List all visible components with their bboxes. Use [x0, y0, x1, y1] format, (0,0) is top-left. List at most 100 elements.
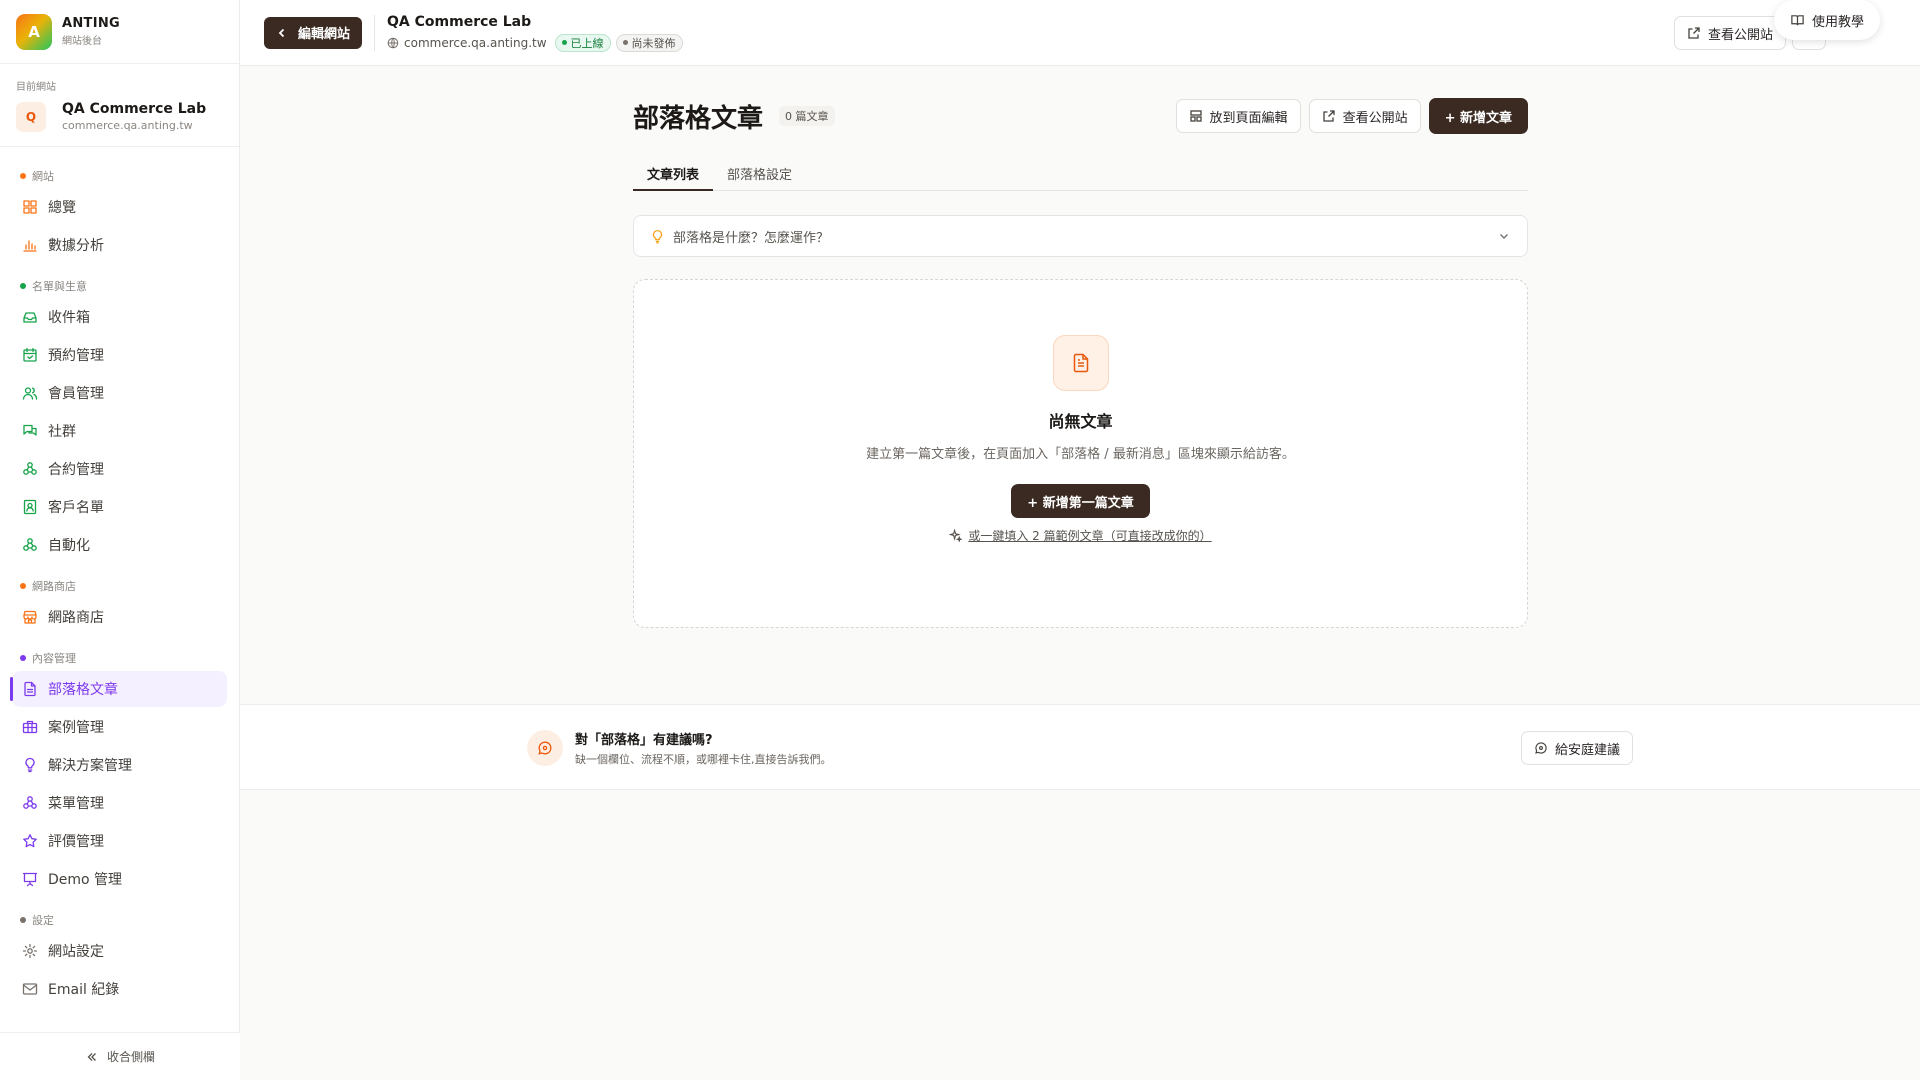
sidebar-item[interactable]: 網路商店 [12, 599, 227, 635]
site-title: QA Commerce Lab [387, 13, 532, 30]
sidebar-item[interactable]: 案例管理 [12, 709, 227, 745]
section-dot [20, 283, 26, 289]
sidebar-item[interactable]: Demo 管理 [12, 861, 227, 897]
quick-fill-label: 或一鍵填入 2 篇範例文章（可直接改成你的） [968, 529, 1212, 543]
grid-icon [23, 200, 37, 214]
place-in-page-editor-button[interactable]: 放到頁面編輯 [1175, 99, 1301, 133]
presentation-icon [22, 872, 38, 887]
sidebar-item-label: Demo 管理 [48, 872, 123, 888]
site-url[interactable]: commerce.qa.anting.tw [404, 36, 547, 50]
current-site[interactable]: 目前網站 Q QA Commerce Lab commerce.qa.antin… [0, 64, 239, 147]
sidebar-item-label: 部落格文章 [48, 682, 118, 698]
sidebar-item-label: 案例管理 [48, 720, 104, 736]
chat-icon [23, 424, 37, 436]
tab[interactable]: 文章列表 [633, 157, 714, 191]
section-dot [20, 655, 26, 661]
empty-state-icon-box [1052, 335, 1109, 391]
chevrons-left-icon [87, 1052, 96, 1061]
collapse-sidebar-button[interactable]: 收合側欄 [0, 1032, 240, 1080]
send-feedback-button[interactable]: 給安庭建議 [1520, 731, 1633, 765]
sidebar-item[interactable]: 收件箱 [12, 299, 227, 335]
section-dot [20, 173, 26, 179]
nodes-icon [23, 462, 37, 475]
nodes-icon [23, 796, 37, 809]
brand-logo: A [16, 13, 52, 50]
feedback-bar: 對「部落格」有建議嗎? 缺一個欄位、流程不順，或哪裡卡住,直接告訴我們。 給安庭… [240, 704, 1920, 790]
sidebar-section-title: 設定 [32, 914, 54, 927]
gear-icon [22, 943, 38, 959]
inbox-icon [23, 312, 37, 323]
feedback-subtitle: 缺一個欄位、流程不順，或哪裡卡住,直接告訴我們。 [575, 753, 832, 766]
view-public-site-button[interactable]: 查看公開站 [1673, 16, 1786, 50]
empty-state: 尚無文章 建立第一篇文章後，在頁面加入「部落格 / 最新消息」區塊來顯示給訪客。… [633, 279, 1528, 628]
chevron-down-icon [1500, 234, 1508, 239]
sidebar-item[interactable]: 解決方案管理 [12, 747, 227, 783]
sidebar-item[interactable]: Email 紀錄 [12, 971, 227, 1007]
globe-icon [387, 37, 399, 48]
sidebar-item[interactable]: 數據分析 [12, 227, 227, 263]
chevron-left-icon [278, 28, 285, 37]
view-public-site-button-2[interactable]: 查看公開站 [1308, 99, 1421, 133]
document-icon [24, 681, 36, 697]
quick-fill-sample-link[interactable]: 或一鍵填入 2 篇範例文章（可直接改成你的） [949, 527, 1212, 544]
collapse-label: 收合側欄 [106, 1050, 155, 1064]
sidebar-item-label: 評價管理 [48, 834, 104, 850]
sidebar-item-label: 網路商店 [48, 610, 104, 626]
tab[interactable]: 部落格設定 [713, 157, 806, 190]
sidebar-item-label: 網站設定 [48, 944, 104, 960]
sidebar-item[interactable]: 社群 [12, 413, 227, 449]
sidebar: A ANTING 網站後台 目前網站 Q QA Commerce Lab com… [0, 0, 240, 1080]
mail-icon [22, 983, 38, 995]
sidebar-item[interactable]: 預約管理 [12, 337, 227, 373]
sidebar-item[interactable]: 客戶名單 [12, 489, 227, 525]
nodes-icon [23, 538, 37, 551]
bulb-icon [25, 757, 35, 773]
tabs: 文章列表 部落格設定 [633, 157, 1528, 191]
brand-name: ANTING [62, 16, 120, 31]
sidebar-nav: 網站總覽 數據分析名單與生意收件箱 預約管理 會員管理社群合約管理 客戶名單 自動化網路商… [0, 147, 239, 1007]
sidebar-section-header: 設定 [20, 911, 227, 929]
sidebar-item[interactable]: 網站設定 [12, 933, 227, 969]
sidebar-section-header: 網站 [20, 167, 227, 185]
sidebar-item[interactable]: 菜單管理 [12, 785, 227, 821]
feedback-icon-box [527, 730, 563, 766]
current-site-label: 目前網站 [16, 82, 56, 93]
brand-subtitle: 網站後台 [62, 36, 102, 47]
sidebar-section-title: 名單與生意 [32, 280, 87, 293]
brand[interactable]: A ANTING 網站後台 [0, 0, 239, 64]
sidebar-item[interactable]: 部落格文章 [10, 671, 227, 707]
feedback-title: 對「部落格」有建議嗎? [575, 733, 713, 748]
edit-site-label: 編輯網站 [298, 27, 351, 42]
site-info: QA Commerce Lab commerce.qa.anting.tw 已上… [387, 14, 683, 52]
sidebar-item-label: Email 紀錄 [48, 982, 120, 998]
new-article-button[interactable]: + 新增文章 [1428, 98, 1528, 134]
sparkle-icon [949, 529, 963, 542]
sidebar-section-title: 網路商店 [32, 580, 76, 593]
sidebar-section-title: 網站 [32, 170, 54, 183]
sidebar-item[interactable]: 會員管理 [12, 375, 227, 411]
sidebar-item[interactable]: 總覽 [12, 189, 227, 225]
status-badge-draft: 尚未發佈 [615, 33, 683, 52]
message-circle-icon [1535, 742, 1547, 754]
status-badge-live: 已上線 [554, 33, 611, 52]
sidebar-item[interactable]: 合約管理 [12, 451, 227, 487]
message-circle-icon [538, 741, 552, 755]
place-in-page-editor-label: 放到頁面編輯 [1209, 110, 1288, 126]
sidebar-item[interactable]: 自動化 [12, 527, 227, 563]
new-first-article-button[interactable]: + 新增第一篇文章 [1011, 484, 1150, 518]
section-dot [20, 917, 26, 923]
sidebar-item-label: 社群 [48, 424, 76, 440]
current-site-name: QA Commerce Lab [62, 101, 207, 117]
faq-accordion[interactable]: 部落格是什麼？怎麼運作？ [633, 215, 1528, 257]
site-avatar: Q [16, 101, 46, 132]
contact-icon [23, 499, 37, 515]
sidebar-item[interactable]: 評價管理 [12, 823, 227, 859]
edit-site-button[interactable]: 編輯網站 [264, 16, 363, 49]
empty-state-title: 尚無文章 [1048, 412, 1113, 431]
star-icon [23, 834, 37, 848]
sidebar-section-header: 網路商店 [20, 577, 227, 595]
sidebar-item-label: 解決方案管理 [48, 758, 132, 774]
sidebar-item-label: 菜單管理 [48, 796, 104, 812]
tutorial-button[interactable]: 使用教學 [1773, 0, 1880, 40]
sidebar-section-title: 內容管理 [32, 652, 76, 665]
